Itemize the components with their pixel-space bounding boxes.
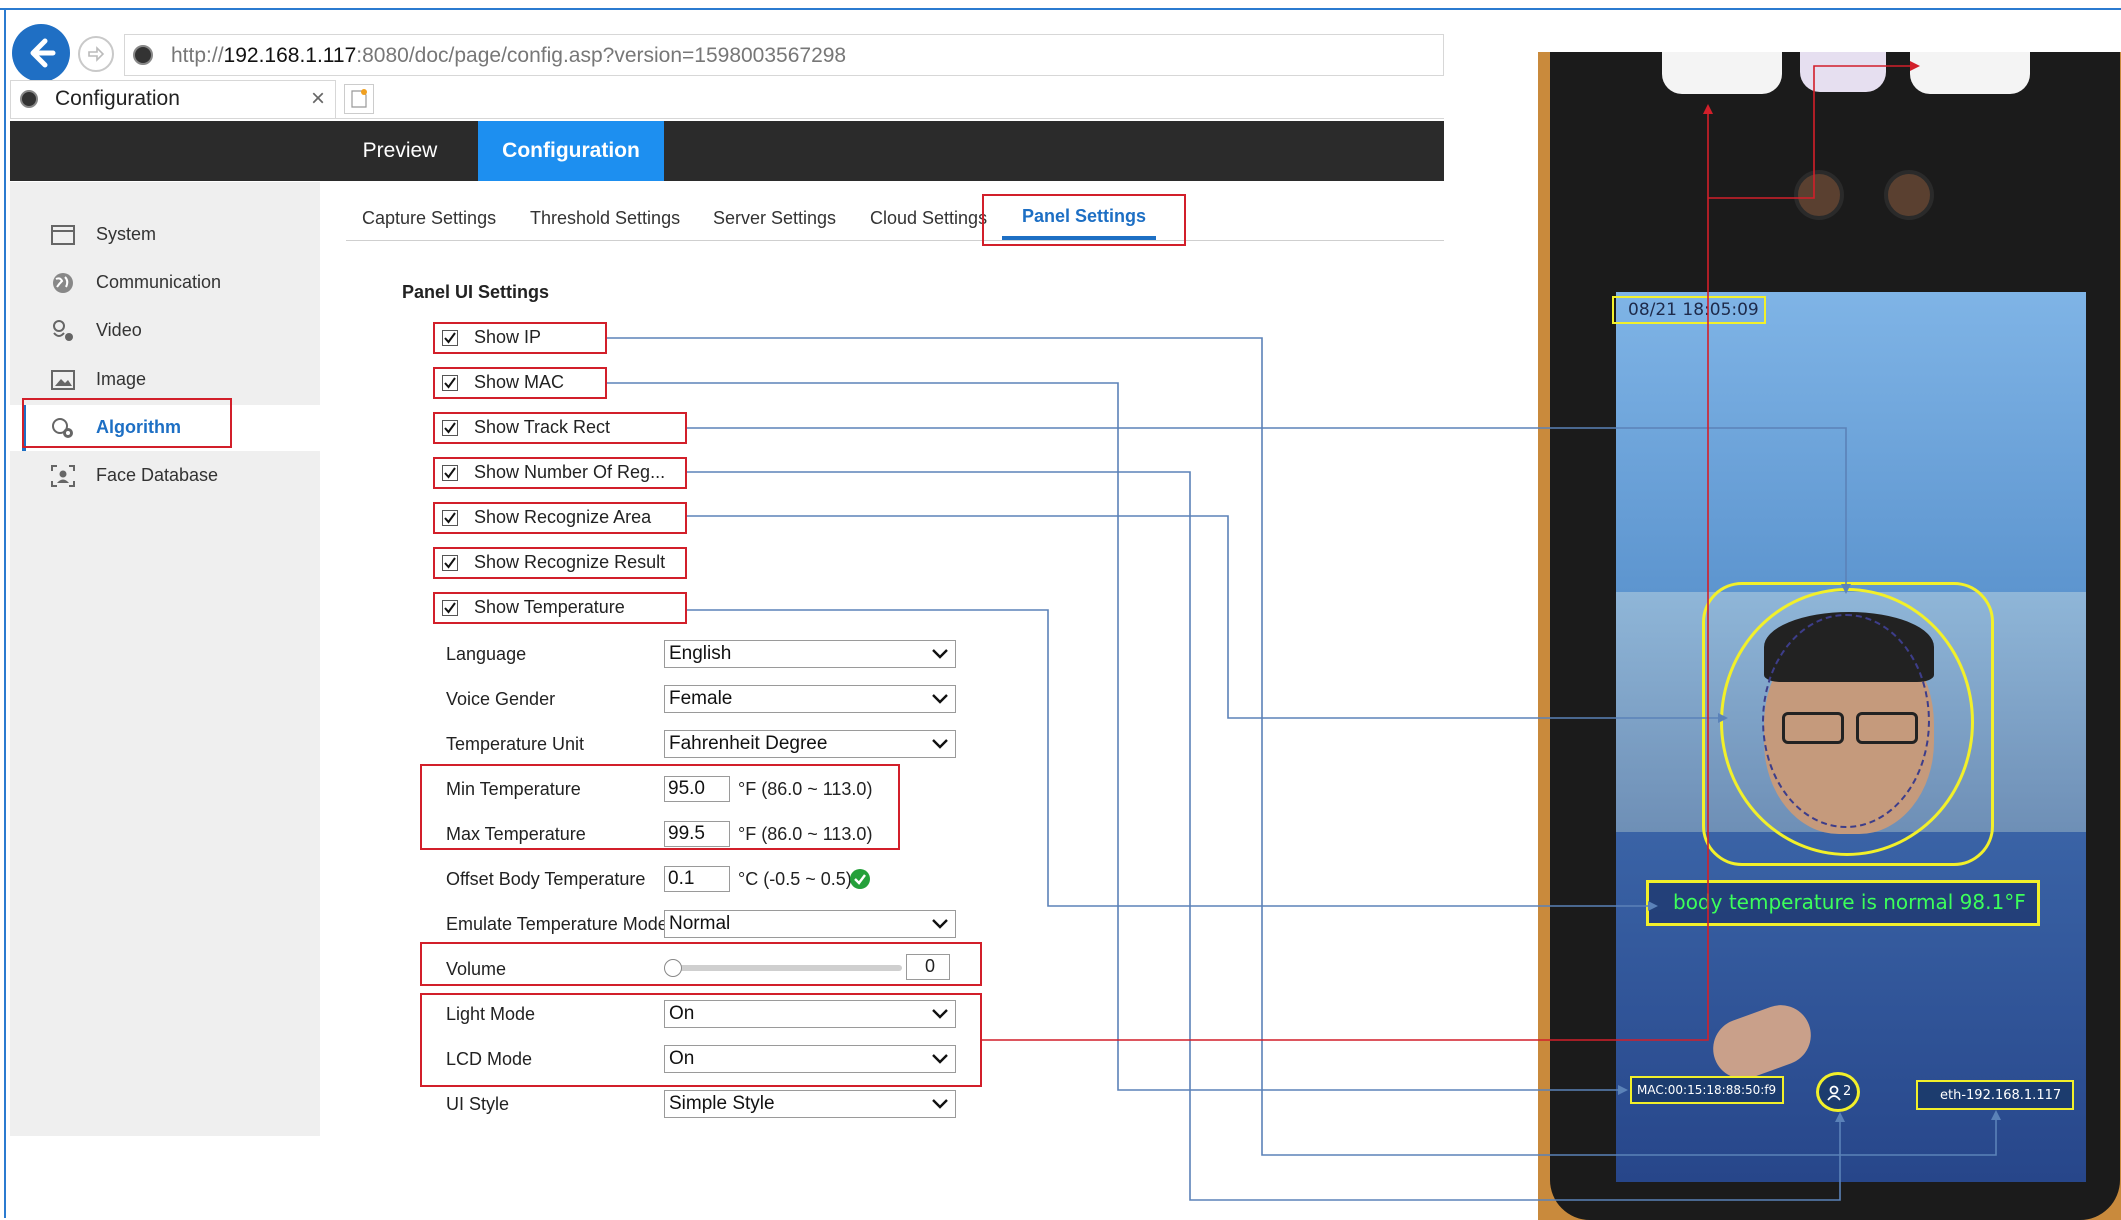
- annotation-connectors: [607, 61, 2001, 1201]
